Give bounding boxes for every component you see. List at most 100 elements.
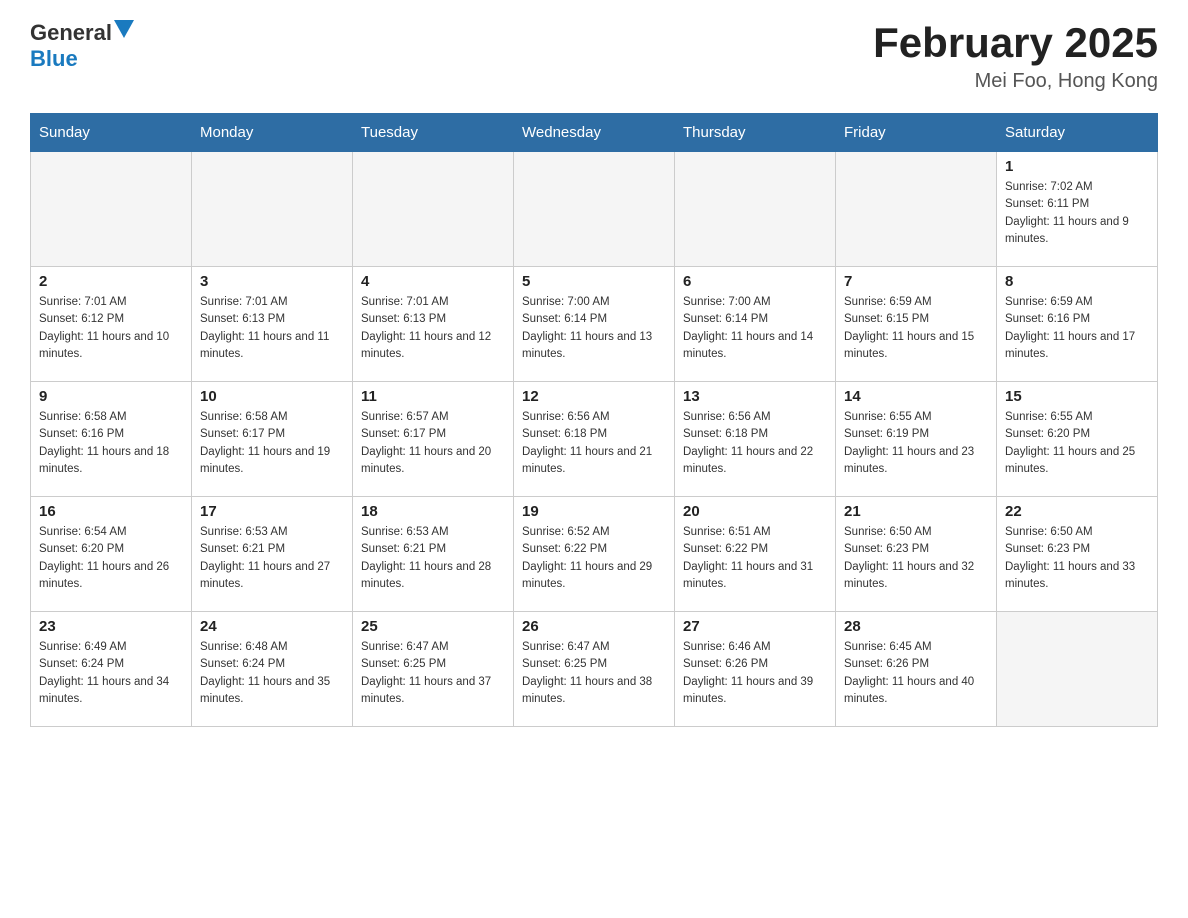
calendar-cell: 4Sunrise: 7:01 AMSunset: 6:13 PMDaylight… (353, 267, 514, 382)
calendar-cell: 24 Sunrise: 6:48 AMSunset: 6:24 PMDayligh… (192, 612, 353, 727)
calendar-cell: 11 Sunrise: 6:57 AMSunset: 6:17 PMDayligh… (353, 382, 514, 497)
calendar-cell: 17 Sunrise: 6:53 AMSunset: 6:21 PMDayligh… (192, 497, 353, 612)
days-header-row: SundayMondayTuesdayWednesdayThursdayFrid… (31, 114, 1158, 152)
calendar-cell (514, 152, 675, 267)
cell-sun-info: Sunrise: 6:47 AMSunset: 6:25 PMDaylight:… (522, 639, 666, 708)
cell-day-number: 24 (200, 618, 344, 635)
cell-day-number: 5 (522, 273, 666, 290)
calendar-cell: 18 Sunrise: 6:53 AMSunset: 6:21 PMDayligh… (353, 497, 514, 612)
calendar-cell: 1 Sunrise: 7:02 AMSunset: 6:11 PMDaylight… (997, 152, 1158, 267)
calendar-cell: 12 Sunrise: 6:56 AMSunset: 6:18 PMDayligh… (514, 382, 675, 497)
cell-day-number: 23 (39, 618, 183, 635)
calendar-cell (192, 152, 353, 267)
calendar-cell: 7Sunrise: 6:59 AMSunset: 6:15 PMDaylight… (836, 267, 997, 382)
calendar-cell: 19 Sunrise: 6:52 AMSunset: 6:22 PMDayligh… (514, 497, 675, 612)
calendar-cell: 26 Sunrise: 6:47 AMSunset: 6:25 PMDayligh… (514, 612, 675, 727)
cell-day-number: 15 (1005, 388, 1149, 405)
cell-sun-info: Sunrise: 6:55 AMSunset: 6:20 PMDaylight:… (1005, 409, 1149, 478)
calendar-title: February 2025 (873, 20, 1158, 66)
cell-sun-info: Sunrise: 6:50 AMSunset: 6:23 PMDaylight:… (1005, 524, 1149, 593)
cell-day-number: 16 (39, 503, 183, 520)
cell-sun-info: Sunrise: 6:56 AMSunset: 6:18 PMDaylight:… (522, 409, 666, 478)
cell-sun-info: Sunrise: 6:49 AMSunset: 6:24 PMDaylight:… (39, 639, 183, 708)
cell-day-number: 11 (361, 388, 505, 405)
calendar-week-row: 16 Sunrise: 6:54 AMSunset: 6:20 PMDayligh… (31, 497, 1158, 612)
calendar-cell: 15 Sunrise: 6:55 AMSunset: 6:20 PMDayligh… (997, 382, 1158, 497)
logo-general-text: General (30, 20, 112, 46)
calendar-cell: 23 Sunrise: 6:49 AMSunset: 6:24 PMDayligh… (31, 612, 192, 727)
calendar-cell: 14Sunrise: 6:55 AMSunset: 6:19 PMDayligh… (836, 382, 997, 497)
calendar-cell: 5 Sunrise: 7:00 AMSunset: 6:14 PMDaylight… (514, 267, 675, 382)
calendar-cell: 6 Sunrise: 7:00 AMSunset: 6:14 PMDaylight… (675, 267, 836, 382)
cell-sun-info: Sunrise: 6:56 AMSunset: 6:18 PMDaylight:… (683, 409, 827, 478)
cell-day-number: 9 (39, 388, 183, 405)
calendar-cell (675, 152, 836, 267)
title-section: February 2025 Mei Foo, Hong Kong (873, 20, 1158, 93)
calendar-table: SundayMondayTuesdayWednesdayThursdayFrid… (30, 113, 1158, 727)
day-header-sunday: Sunday (31, 114, 192, 152)
cell-sun-info: Sunrise: 6:57 AMSunset: 6:17 PMDaylight:… (361, 409, 505, 478)
calendar-cell: 3Sunrise: 7:01 AMSunset: 6:13 PMDaylight… (192, 267, 353, 382)
calendar-cell: 16 Sunrise: 6:54 AMSunset: 6:20 PMDayligh… (31, 497, 192, 612)
cell-sun-info: Sunrise: 6:48 AMSunset: 6:24 PMDaylight:… (200, 639, 344, 708)
cell-day-number: 8 (1005, 273, 1149, 290)
cell-sun-info: Sunrise: 6:46 AMSunset: 6:26 PMDaylight:… (683, 639, 827, 708)
calendar-week-row: 9 Sunrise: 6:58 AMSunset: 6:16 PMDaylight… (31, 382, 1158, 497)
cell-day-number: 14 (844, 388, 988, 405)
calendar-cell: 2 Sunrise: 7:01 AMSunset: 6:12 PMDaylight… (31, 267, 192, 382)
cell-sun-info: Sunrise: 6:47 AMSunset: 6:25 PMDaylight:… (361, 639, 505, 708)
cell-day-number: 6 (683, 273, 827, 290)
calendar-cell: 20 Sunrise: 6:51 AMSunset: 6:22 PMDayligh… (675, 497, 836, 612)
cell-day-number: 20 (683, 503, 827, 520)
cell-day-number: 27 (683, 618, 827, 635)
cell-sun-info: Sunrise: 6:59 AMSunset: 6:16 PMDaylight:… (1005, 294, 1149, 363)
calendar-cell (353, 152, 514, 267)
cell-sun-info: Sunrise: 7:00 AMSunset: 6:14 PMDaylight:… (683, 294, 827, 363)
day-header-friday: Friday (836, 114, 997, 152)
calendar-week-row: 1 Sunrise: 7:02 AMSunset: 6:11 PMDaylight… (31, 152, 1158, 267)
cell-sun-info: Sunrise: 6:51 AMSunset: 6:22 PMDaylight:… (683, 524, 827, 593)
calendar-cell: 27 Sunrise: 6:46 AMSunset: 6:26 PMDayligh… (675, 612, 836, 727)
calendar-cell (31, 152, 192, 267)
cell-sun-info: Sunrise: 6:45 AMSunset: 6:26 PMDaylight:… (844, 639, 988, 708)
cell-day-number: 1 (1005, 158, 1149, 175)
calendar-cell: 21Sunrise: 6:50 AMSunset: 6:23 PMDayligh… (836, 497, 997, 612)
cell-day-number: 26 (522, 618, 666, 635)
cell-sun-info: Sunrise: 7:02 AMSunset: 6:11 PMDaylight:… (1005, 179, 1149, 248)
calendar-subtitle: Mei Foo, Hong Kong (873, 70, 1158, 93)
calendar-week-row: 2 Sunrise: 7:01 AMSunset: 6:12 PMDaylight… (31, 267, 1158, 382)
cell-day-number: 25 (361, 618, 505, 635)
logo-triangle-icon (114, 20, 134, 40)
cell-day-number: 19 (522, 503, 666, 520)
cell-day-number: 17 (200, 503, 344, 520)
cell-sun-info: Sunrise: 6:58 AMSunset: 6:17 PMDaylight:… (200, 409, 344, 478)
cell-sun-info: Sunrise: 6:53 AMSunset: 6:21 PMDaylight:… (361, 524, 505, 593)
cell-sun-info: Sunrise: 7:01 AMSunset: 6:13 PMDaylight:… (361, 294, 505, 363)
day-header-monday: Monday (192, 114, 353, 152)
calendar-cell: 10Sunrise: 6:58 AMSunset: 6:17 PMDayligh… (192, 382, 353, 497)
cell-sun-info: Sunrise: 7:00 AMSunset: 6:14 PMDaylight:… (522, 294, 666, 363)
calendar-cell: 28Sunrise: 6:45 AMSunset: 6:26 PMDayligh… (836, 612, 997, 727)
cell-sun-info: Sunrise: 7:01 AMSunset: 6:12 PMDaylight:… (39, 294, 183, 363)
calendar-cell: 22 Sunrise: 6:50 AMSunset: 6:23 PMDayligh… (997, 497, 1158, 612)
cell-sun-info: Sunrise: 6:50 AMSunset: 6:23 PMDaylight:… (844, 524, 988, 593)
cell-sun-info: Sunrise: 6:53 AMSunset: 6:21 PMDaylight:… (200, 524, 344, 593)
cell-sun-info: Sunrise: 6:52 AMSunset: 6:22 PMDaylight:… (522, 524, 666, 593)
day-header-wednesday: Wednesday (514, 114, 675, 152)
page-header: General Blue February 2025 Mei Foo, Hong… (30, 20, 1158, 93)
cell-sun-info: Sunrise: 6:58 AMSunset: 6:16 PMDaylight:… (39, 409, 183, 478)
calendar-cell: 25 Sunrise: 6:47 AMSunset: 6:25 PMDayligh… (353, 612, 514, 727)
day-header-thursday: Thursday (675, 114, 836, 152)
cell-day-number: 22 (1005, 503, 1149, 520)
cell-day-number: 12 (522, 388, 666, 405)
logo: General Blue (30, 20, 134, 72)
cell-day-number: 2 (39, 273, 183, 290)
cell-day-number: 18 (361, 503, 505, 520)
calendar-cell: 13Sunrise: 6:56 AMSunset: 6:18 PMDayligh… (675, 382, 836, 497)
cell-sun-info: Sunrise: 6:54 AMSunset: 6:20 PMDaylight:… (39, 524, 183, 593)
logo-blue-text: Blue (30, 46, 78, 71)
calendar-cell: 9 Sunrise: 6:58 AMSunset: 6:16 PMDaylight… (31, 382, 192, 497)
calendar-cell: 8 Sunrise: 6:59 AMSunset: 6:16 PMDaylight… (997, 267, 1158, 382)
cell-day-number: 7 (844, 273, 988, 290)
day-header-tuesday: Tuesday (353, 114, 514, 152)
